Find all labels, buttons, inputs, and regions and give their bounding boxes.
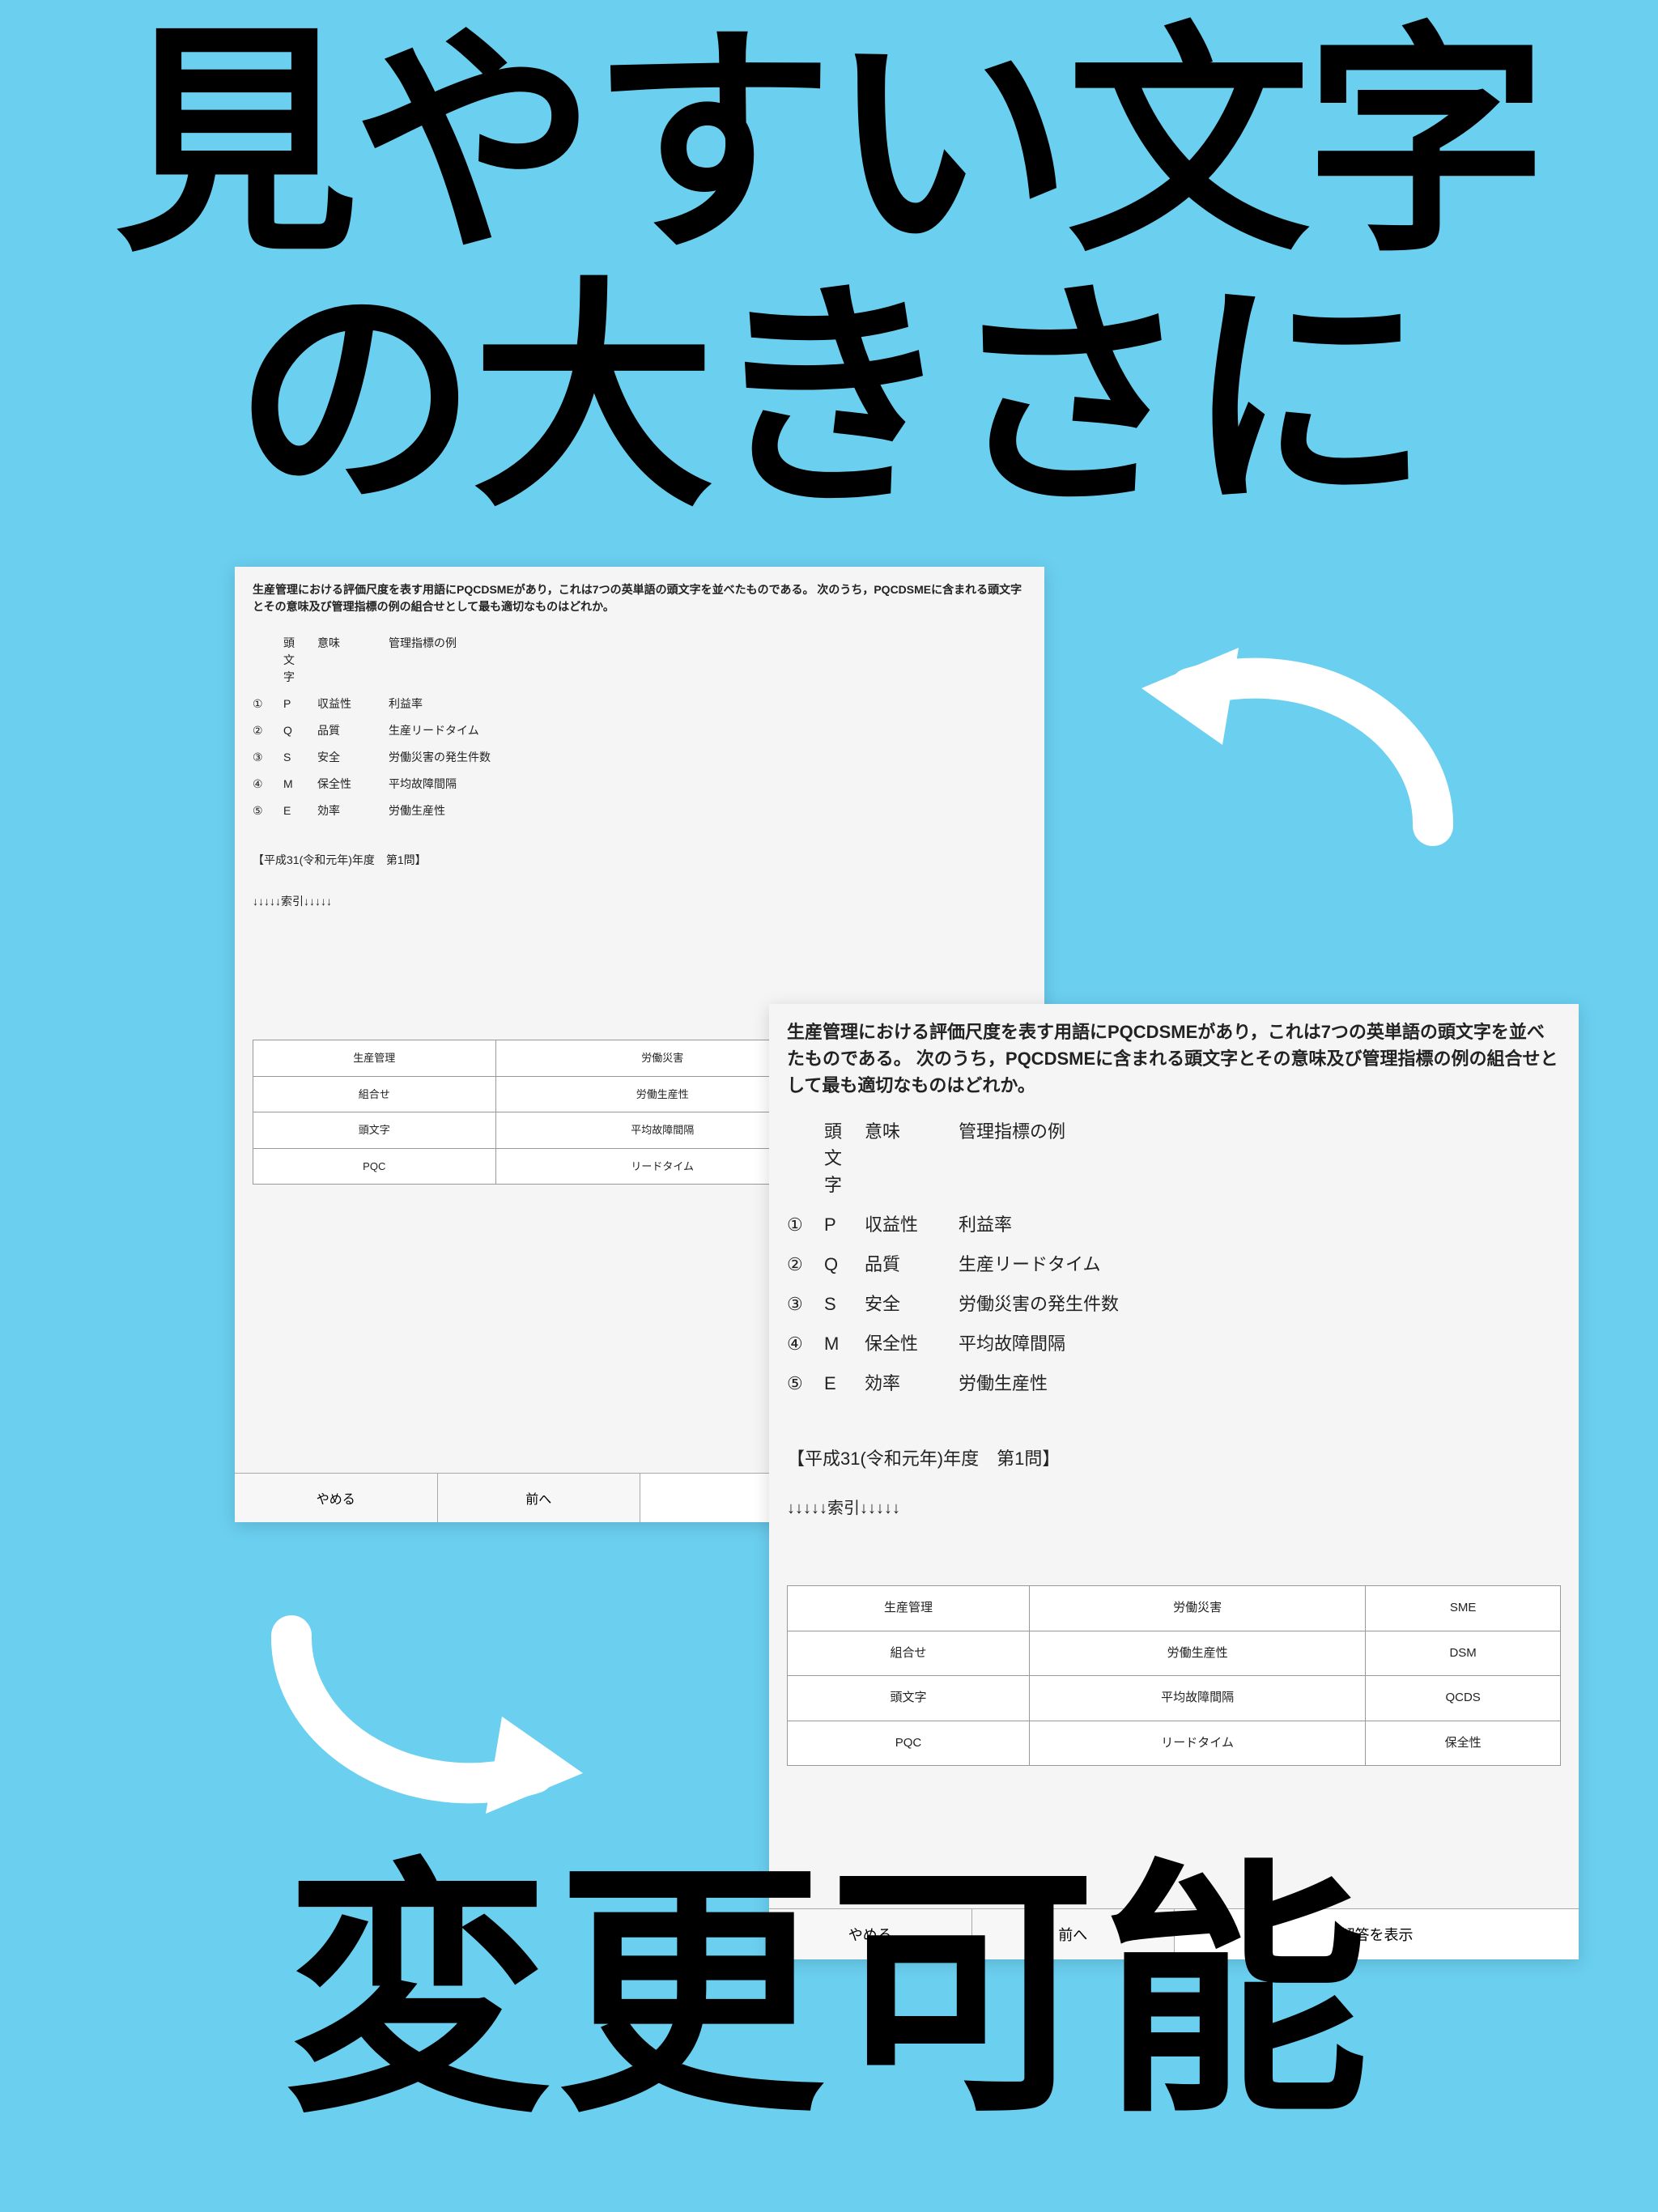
index-label: ↓↓↓↓↓索引↓↓↓↓↓ [253,893,1027,910]
keyword-cell[interactable]: 保全性 [1366,1721,1561,1766]
exam-meta: 【平成31(令和元年)年度 第1問】 [787,1445,1561,1472]
keyword-cell[interactable]: 組合せ [253,1076,496,1112]
keyword-cell[interactable]: PQC [253,1148,496,1185]
option-row[interactable]: ⑤E効率労働生産性 [253,802,1027,819]
index-label: ↓↓↓↓↓索引↓↓↓↓↓ [787,1496,1561,1521]
option-row[interactable]: ③S安全労働災害の発生件数 [253,749,1027,766]
exam-meta: 【平成31(令和元年)年度 第1問】 [253,852,1027,869]
keyword-cell[interactable]: PQC [788,1721,1030,1766]
headline-line2: の大きさに [0,271,1658,526]
option-row[interactable]: ②Q品質生産リードタイム [787,1251,1561,1278]
question-body-large: 生産管理における評価尺度を表す用語にPQCDSMEがあり，これは7つの英単語の頭… [769,1004,1579,1908]
question-text: 生産管理における評価尺度を表す用語にPQCDSMEがあり，これは7つの英単語の頭… [787,1019,1561,1099]
keyword-cell[interactable]: 労働災害 [1029,1586,1365,1631]
option-row[interactable]: ③S安全労働災害の発生件数 [787,1291,1561,1317]
option-row[interactable]: ①P収益性利益率 [787,1211,1561,1238]
option-row[interactable]: ②Q品質生産リードタイム [253,722,1027,739]
keyword-table: 生産管理労働災害SME 組合せ労働生産性DSM 頭文字平均故障間隔QCDS PQ… [787,1585,1561,1766]
option-row[interactable]: ④M保全性平均故障間隔 [787,1330,1561,1357]
keyword-cell[interactable]: 平均故障間隔 [1029,1676,1365,1721]
keyword-cell[interactable]: 労働生産性 [1029,1631,1365,1676]
keyword-cell[interactable]: 生産管理 [253,1040,496,1077]
option-header: 頭文字 意味 管理指標の例 [253,635,1027,686]
keyword-cell[interactable]: 生産管理 [788,1586,1030,1631]
keyword-cell[interactable]: 頭文字 [788,1676,1030,1721]
quit-button[interactable]: やめる [235,1474,438,1522]
keyword-cell[interactable]: DSM [1366,1631,1561,1676]
headline-line1: 見やすい文字 [0,16,1658,271]
keyword-cell[interactable]: 頭文字 [253,1112,496,1149]
prev-button[interactable]: 前へ [438,1474,641,1522]
headline-top: 見やすい文字 の大きさに [0,16,1658,526]
question-text: 生産管理における評価尺度を表す用語にPQCDSMEがあり，これは7つの英単語の頭… [253,581,1027,615]
keyword-cell[interactable]: QCDS [1366,1676,1561,1721]
option-row[interactable]: ④M保全性平均故障間隔 [253,776,1027,793]
keyword-cell[interactable]: SME [1366,1586,1561,1631]
headline-bottom: 変更可能 [0,1776,1658,2163]
arrow-icon [1093,632,1498,858]
keyword-cell[interactable]: 組合せ [788,1631,1030,1676]
option-row[interactable]: ①P収益性利益率 [253,696,1027,713]
option-header: 頭文字 意味 管理指標の例 [787,1118,1561,1198]
option-row[interactable]: ⑤E効率労働生産性 [787,1370,1561,1397]
keyword-cell[interactable]: リードタイム [1029,1721,1365,1766]
